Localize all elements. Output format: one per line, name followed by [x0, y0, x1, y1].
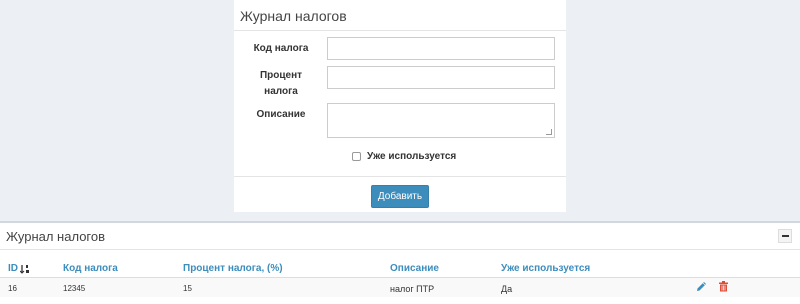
resize-grip-icon[interactable]: [546, 129, 552, 135]
tax-percent-label-line2: налога: [264, 86, 298, 97]
description-textarea[interactable]: [327, 103, 555, 138]
tax-percent-label-line1: Процент: [259, 70, 303, 81]
column-header-in-use[interactable]: Уже используется: [501, 263, 590, 274]
cell-tax-percent: 15: [183, 284, 192, 293]
minus-icon: [781, 235, 789, 237]
column-header-tax-percent[interactable]: Процент налога, (%): [183, 263, 283, 274]
list-title: Журнал налогов: [6, 229, 106, 244]
cell-tax-code: 12345: [63, 284, 86, 293]
list-header: Журнал налогов: [0, 223, 800, 250]
collapse-button[interactable]: [778, 229, 792, 243]
sort-icon[interactable]: [20, 264, 31, 274]
in-use-label: Уже используется: [367, 151, 457, 162]
column-header-tax-code[interactable]: Код налога: [63, 263, 118, 274]
add-button[interactable]: Добавить: [371, 185, 429, 208]
cell-in-use: Да: [501, 284, 513, 294]
pencil-icon[interactable]: [696, 281, 707, 292]
column-header-id-label: ID: [8, 263, 18, 274]
column-header-id[interactable]: ID: [8, 263, 31, 274]
tax-code-label: Код налога: [253, 43, 309, 54]
tax-percent-input[interactable]: [327, 66, 555, 89]
in-use-checkbox-row[interactable]: Уже используется: [352, 151, 456, 162]
column-header-description[interactable]: Описание: [390, 263, 439, 274]
tax-percent-label: Процент налога: [244, 68, 318, 100]
description-label: Описание: [256, 109, 306, 120]
form-title: Журнал налогов: [234, 0, 566, 31]
form-footer: Добавить: [234, 176, 566, 212]
tax-form-panel: Журнал налогов Код налога Процент налога…: [234, 0, 566, 212]
cell-id: 16: [8, 284, 17, 293]
in-use-checkbox[interactable]: [352, 152, 361, 161]
tax-code-input[interactable]: [327, 37, 555, 60]
trash-icon[interactable]: [718, 281, 729, 292]
cell-description: налог ПТР: [390, 284, 435, 294]
